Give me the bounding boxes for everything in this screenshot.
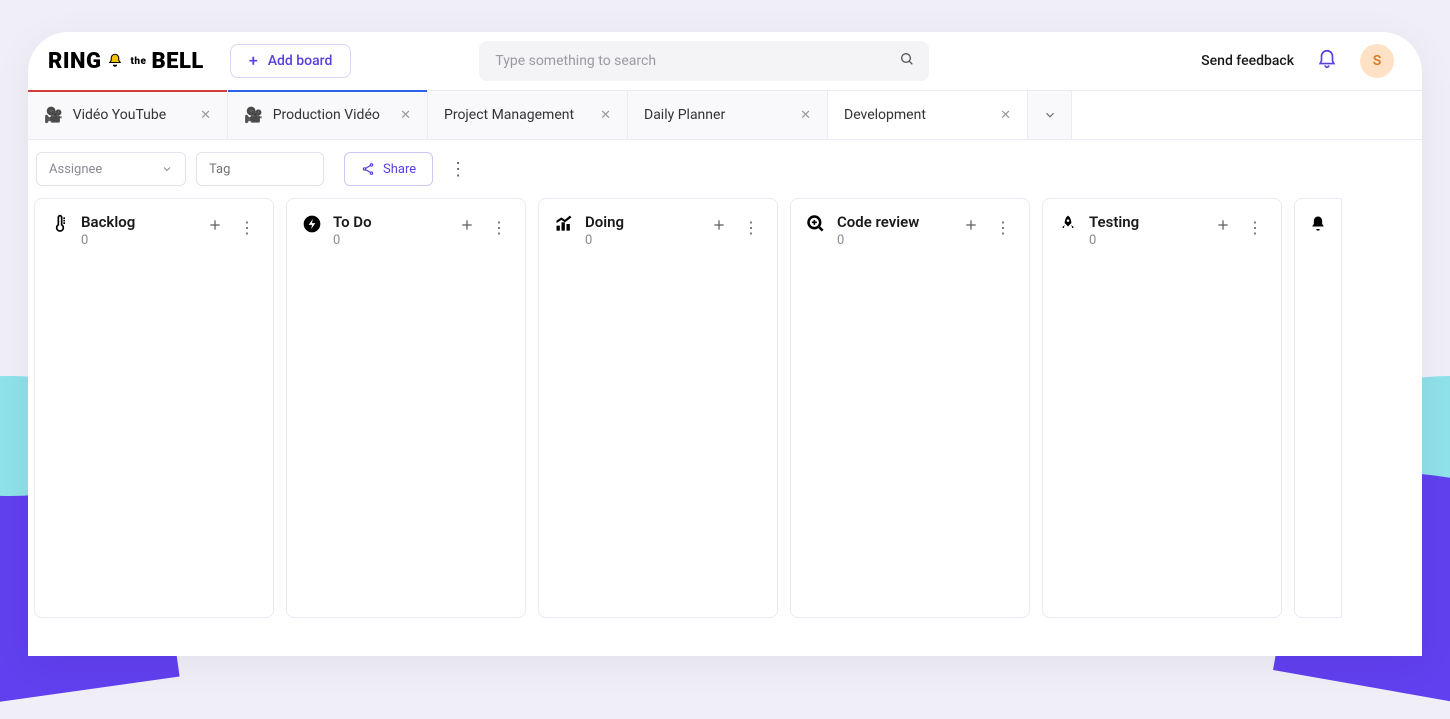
tab-label: Development (844, 107, 926, 123)
column-count: 0 (81, 233, 193, 248)
filter-row: Assignee Share ⋮ (28, 140, 1422, 198)
header-right: Send feedback S (1201, 44, 1394, 78)
close-icon[interactable]: ✕ (1000, 108, 1011, 123)
column-count: 0 (333, 233, 445, 248)
app-header: RING the BELL + Add board Send feedback … (28, 32, 1422, 90)
logo[interactable]: RING the BELL (40, 49, 212, 74)
send-feedback-link[interactable]: Send feedback (1201, 53, 1294, 69)
tabs-bar: 🎥 Vidéo YouTube ✕ 🎥 Production Vidéo ✕ P… (28, 90, 1422, 140)
camera-icon: 🎥 (244, 106, 263, 124)
column-menu-button[interactable]: ⋮ (739, 214, 763, 241)
search-icon (899, 51, 915, 71)
tab-label: Daily Planner (644, 107, 725, 123)
column-count: 0 (585, 233, 697, 248)
logo-text-right: BELL (151, 49, 203, 74)
column-menu-button[interactable]: ⋮ (991, 214, 1015, 241)
column-title: Backlog (81, 213, 193, 231)
close-icon[interactable]: ✕ (400, 108, 411, 123)
column-todo: To Do 0 ⋮ (286, 198, 526, 618)
column-menu-button[interactable]: ⋮ (487, 214, 511, 241)
tab-daily-planner[interactable]: Daily Planner ✕ (628, 91, 828, 139)
bolt-icon (301, 213, 323, 235)
column-code-review: Code review 0 ⋮ (790, 198, 1030, 618)
magnify-icon (805, 213, 827, 235)
add-card-button[interactable] (707, 213, 731, 241)
column-count: 0 (1089, 233, 1201, 248)
tab-project-management[interactable]: Project Management ✕ (428, 91, 628, 139)
thermometer-icon (49, 213, 71, 235)
tab-development[interactable]: Development ✕ (828, 91, 1028, 139)
search-wrapper (479, 41, 929, 81)
bell-icon (105, 51, 125, 71)
bell-icon (1307, 213, 1329, 235)
logo-text-the: the (130, 56, 146, 67)
close-icon[interactable]: ✕ (800, 108, 811, 123)
tab-production-video[interactable]: 🎥 Production Vidéo ✕ (228, 91, 428, 139)
column-count: 0 (837, 233, 949, 248)
app-window: RING the BELL + Add board Send feedback … (28, 32, 1422, 656)
add-board-button[interactable]: + Add board (230, 44, 352, 78)
column-header: Doing 0 ⋮ (553, 213, 763, 248)
plus-icon: + (249, 53, 258, 69)
tab-label: Project Management (444, 107, 574, 123)
column-header: Code review 0 ⋮ (805, 213, 1015, 248)
close-icon[interactable]: ✕ (200, 108, 211, 123)
column-menu-button[interactable]: ⋮ (1243, 214, 1267, 241)
tag-input[interactable] (196, 152, 324, 186)
column-title: To Do (333, 213, 445, 231)
column-menu-button[interactable]: ⋮ (235, 214, 259, 241)
logo-text-left: RING (48, 49, 101, 74)
search-input[interactable] (479, 41, 929, 81)
add-card-button[interactable] (203, 213, 227, 241)
add-card-button[interactable] (1211, 213, 1235, 241)
column-backlog: Backlog 0 ⋮ (34, 198, 274, 618)
tab-label: Vidéo YouTube (73, 107, 166, 123)
column-doing: Doing 0 ⋮ (538, 198, 778, 618)
add-card-button[interactable] (455, 213, 479, 241)
share-label: Share (383, 162, 416, 177)
add-card-button[interactable] (959, 213, 983, 241)
kanban-board: Backlog 0 ⋮ To Do 0 (28, 198, 1422, 618)
column-title: Code review (837, 213, 949, 231)
column-title: Doing (585, 213, 697, 231)
column-title: Testing (1089, 213, 1201, 231)
rocket-icon (1057, 213, 1079, 235)
camera-icon: 🎥 (44, 106, 63, 124)
chart-up-icon (553, 213, 575, 235)
tab-label: Production Vidéo (273, 107, 380, 123)
column-header: Testing 0 ⋮ (1057, 213, 1267, 248)
more-icon[interactable]: ⋮ (443, 153, 473, 186)
assignee-select[interactable]: Assignee (36, 152, 186, 186)
column-header: Backlog 0 ⋮ (49, 213, 259, 248)
tab-video-youtube[interactable]: 🎥 Vidéo YouTube ✕ (28, 91, 228, 139)
share-icon (361, 162, 375, 176)
assignee-label: Assignee (49, 162, 102, 177)
notification-icon[interactable] (1316, 48, 1338, 74)
column-peek-next (1294, 198, 1342, 618)
expand-tabs-button[interactable] (1028, 91, 1072, 139)
avatar-initial: S (1373, 53, 1382, 69)
close-icon[interactable]: ✕ (600, 108, 611, 123)
avatar[interactable]: S (1360, 44, 1394, 78)
chevron-down-icon (161, 163, 173, 175)
column-testing: Testing 0 ⋮ (1042, 198, 1282, 618)
column-header: To Do 0 ⋮ (301, 213, 511, 248)
add-board-label: Add board (268, 53, 333, 69)
share-button[interactable]: Share (344, 152, 433, 186)
